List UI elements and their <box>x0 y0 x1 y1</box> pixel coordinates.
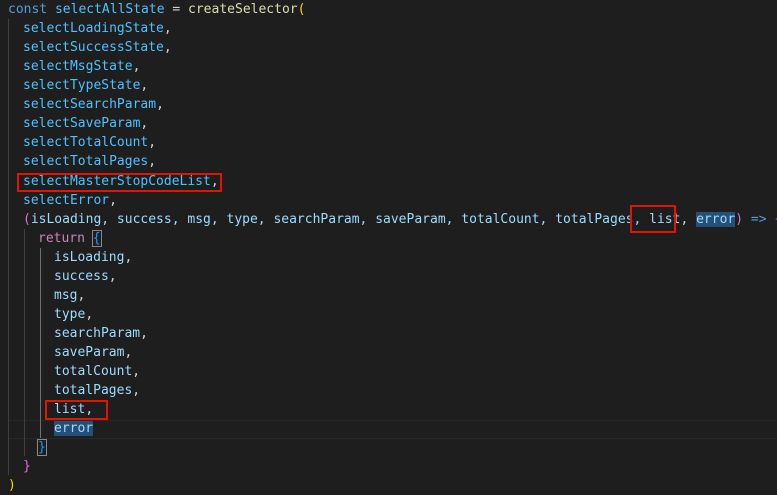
arg-identifier: selectLoadingState <box>23 21 164 36</box>
code-line: saveParam, <box>54 343 132 362</box>
object-prop: searchParam <box>54 326 141 341</box>
comma: , <box>680 212 697 227</box>
code-line: selectTotalCount, <box>23 133 156 152</box>
annotation-box-list-param <box>630 205 676 233</box>
comma: , <box>148 135 157 150</box>
comma: , <box>108 269 117 284</box>
code-line: selectSaveParam, <box>23 114 148 133</box>
arg-identifier: selectSearchParam <box>23 97 157 112</box>
assign-operator: = <box>164 2 189 17</box>
code-line: selectLoadingState, <box>23 19 172 38</box>
object-prop: success <box>54 269 109 284</box>
comma: , <box>124 250 133 265</box>
keyword-return: return <box>38 231 85 246</box>
object-prop: totalPages <box>54 383 133 398</box>
function-close-brace: } <box>23 459 31 474</box>
code-line: isLoading, <box>54 248 132 267</box>
object-prop: totalCount <box>54 364 133 379</box>
code-line: selectTypeState, <box>23 76 148 95</box>
code-line: ) <box>8 476 16 495</box>
annotation-box-list-prop <box>45 400 108 420</box>
comma: , <box>163 21 172 36</box>
code-line: success, <box>54 267 117 286</box>
code-line: msg, <box>54 286 85 305</box>
code-line: selectMsgState, <box>23 57 140 76</box>
arg-identifier: selectTotalCount <box>23 135 149 150</box>
indent-guide-active <box>40 248 41 438</box>
arg-identifier: selectSuccessState <box>23 40 164 55</box>
code-editor[interactable]: const selectAllState = createSelector( s… <box>0 0 777 493</box>
comma: , <box>77 288 86 303</box>
code-line: } <box>37 438 47 457</box>
arg-identifier: selectError <box>23 193 110 208</box>
code-line: totalPages, <box>54 381 140 400</box>
comma: , <box>140 326 148 341</box>
indent-guide <box>8 19 9 475</box>
object-prop: isLoading <box>54 250 125 265</box>
code-line: searchParam, <box>54 324 148 343</box>
comma: , <box>156 97 164 112</box>
param-error-highlighted: error <box>696 212 736 227</box>
object-open-brace: { <box>91 230 102 247</box>
comma: , <box>148 154 157 169</box>
indent-guide <box>24 229 25 456</box>
comma: , <box>132 383 141 398</box>
code-line: totalCount, <box>54 362 140 381</box>
comma: , <box>109 193 117 208</box>
object-prop: type <box>54 307 86 322</box>
object-prop-highlighted: error <box>54 421 94 436</box>
selector-name: selectAllState <box>54 2 165 17</box>
close-paren: ) <box>8 478 16 493</box>
function-name: createSelector <box>188 2 298 17</box>
arrow-operator: => <box>743 212 775 227</box>
code-line: const selectAllState = createSelector( <box>8 0 305 19</box>
keyword-const: const <box>8 2 48 17</box>
code-line: selectTotalPages, <box>23 152 156 171</box>
current-line-highlight <box>8 420 777 439</box>
comma: , <box>132 364 141 379</box>
arg-identifier: selectSaveParam <box>23 116 141 131</box>
code-line: selectSuccessState, <box>23 38 172 57</box>
comma: , <box>132 59 141 74</box>
annotation-box-selectMasterStopCodeList <box>17 173 222 192</box>
comma: , <box>140 78 149 93</box>
code-line: return { <box>38 229 102 248</box>
comma: , <box>124 345 133 360</box>
param-list: isLoading, success, msg, type, searchPar… <box>30 212 650 227</box>
object-prop: saveParam <box>54 345 125 360</box>
code-line: selectSearchParam, <box>23 95 164 114</box>
code-line: selectError, <box>23 191 117 210</box>
arg-identifier: selectTypeState <box>23 78 141 93</box>
code-line: type, <box>54 305 93 324</box>
comma: , <box>85 307 94 322</box>
params-open-paren: ( <box>23 212 31 227</box>
arg-identifier: selectTotalPages <box>23 154 149 169</box>
comma: , <box>140 116 149 131</box>
code-line: } <box>23 457 31 476</box>
params-close-paren: ) <box>735 212 744 227</box>
object-close-brace: } <box>37 439 47 456</box>
open-paren: ( <box>297 2 306 17</box>
code-line: error <box>54 419 94 438</box>
object-prop: msg <box>54 288 78 303</box>
comma: , <box>163 40 172 55</box>
arg-identifier: selectMsgState <box>23 59 133 74</box>
